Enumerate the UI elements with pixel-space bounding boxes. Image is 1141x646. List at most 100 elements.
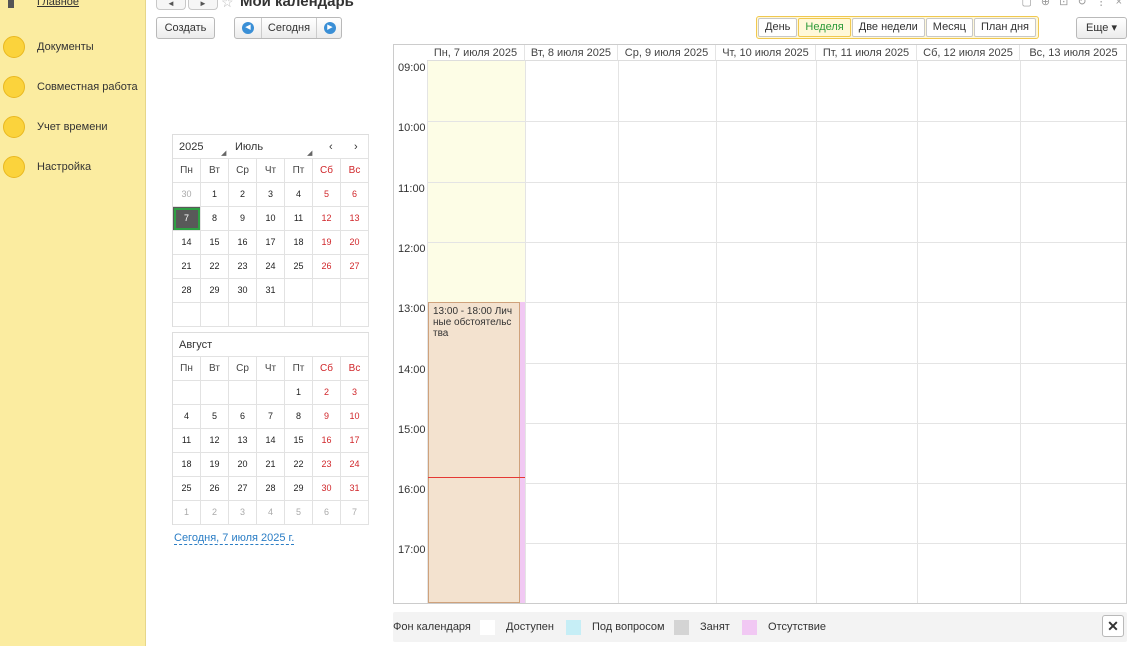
calendar-day[interactable]: 27 — [229, 477, 257, 501]
more-button[interactable]: Еще ▾ — [1076, 17, 1127, 39]
year-select[interactable]: 2025 — [179, 141, 203, 153]
calendar-day[interactable]: 9 — [313, 405, 341, 429]
next-period-button[interactable]: ▶ — [317, 20, 343, 36]
calendar-day[interactable]: 21 — [257, 453, 285, 477]
calendar-day[interactable]: 29 — [285, 477, 313, 501]
sidebar-item-documents[interactable]: Документы — [0, 33, 146, 63]
calendar-day[interactable]: 16 — [313, 429, 341, 453]
calendar-day[interactable]: 11 — [285, 207, 313, 231]
calendar-day[interactable]: 21 — [173, 255, 201, 279]
calendar-day[interactable]: 1 — [173, 501, 201, 525]
calendar-day[interactable]: 10 — [341, 405, 369, 429]
calendar-day[interactable]: 5 — [285, 501, 313, 525]
calendar-day[interactable]: 2 — [201, 501, 229, 525]
calendar-day[interactable]: 6 — [341, 183, 369, 207]
calendar-day[interactable]: 7 — [257, 405, 285, 429]
sidebar-item-time-tracking[interactable]: Учет времени — [0, 113, 146, 143]
calendar-day[interactable]: 12 — [201, 429, 229, 453]
day-column-header[interactable]: Чт, 10 июля 2025 — [716, 45, 816, 61]
view-two-weeks-button[interactable]: Две недели — [851, 18, 925, 37]
calendar-day[interactable]: 5 — [201, 405, 229, 429]
calendar-day[interactable]: 13 — [229, 429, 257, 453]
calendar-day[interactable]: 3 — [257, 183, 285, 207]
today-link[interactable]: Сегодня, 7 июля 2025 г. — [174, 532, 295, 545]
month-dropdown-icon[interactable]: ◢ — [307, 149, 312, 157]
calendar-day[interactable]: 3 — [229, 501, 257, 525]
calendar-day[interactable]: 4 — [173, 405, 201, 429]
sidebar-item-collaboration[interactable]: Совместная работа — [0, 73, 146, 103]
calendar-day[interactable]: 7 — [341, 501, 369, 525]
calendar-day[interactable]: 28 — [257, 477, 285, 501]
view-month-button[interactable]: Месяц — [925, 18, 973, 37]
calendar-day[interactable]: 8 — [201, 207, 229, 231]
calendar-day[interactable]: 26 — [313, 255, 341, 279]
calendar-day[interactable]: 20 — [341, 231, 369, 255]
window-tools-icon[interactable]: ▢⊕⊡↻⋮× — [1022, 0, 1131, 8]
view-day-button[interactable]: День — [758, 18, 798, 37]
calendar-day[interactable]: 20 — [229, 453, 257, 477]
calendar-day[interactable]: 15 — [285, 429, 313, 453]
calendar-day[interactable]: 30 — [313, 477, 341, 501]
calendar-day[interactable]: 14 — [257, 429, 285, 453]
calendar-day[interactable]: 17 — [257, 231, 285, 255]
day-column-header[interactable]: Вт, 8 июля 2025 — [525, 45, 618, 61]
calendar-day[interactable]: 16 — [229, 231, 257, 255]
calendar-day[interactable]: 19 — [201, 453, 229, 477]
calendar-day[interactable]: 1 — [285, 381, 313, 405]
day-column-header[interactable]: Пн, 7 июля 2025 — [427, 45, 525, 61]
sidebar-item-settings[interactable]: Настройка — [0, 153, 146, 183]
calendar-day[interactable]: 1 — [201, 183, 229, 207]
day-column-header[interactable]: Вс, 13 июля 2025 — [1020, 45, 1126, 61]
day-column-header[interactable]: Сб, 12 июля 2025 — [917, 45, 1020, 61]
star-icon[interactable]: ☆ — [221, 0, 234, 11]
calendar-day[interactable]: 31 — [257, 279, 285, 303]
today-button[interactable]: Сегодня — [261, 18, 317, 38]
calendar-day[interactable]: 17 — [341, 429, 369, 453]
prev-month-button[interactable]: ‹ — [329, 141, 333, 153]
calendar-day[interactable]: 25 — [173, 477, 201, 501]
calendar-day[interactable]: 6 — [313, 501, 341, 525]
forward-button[interactable]: ► — [188, 0, 218, 10]
calendar-day[interactable]: 18 — [285, 231, 313, 255]
prev-period-button[interactable]: ◀ — [235, 20, 261, 36]
calendar-day[interactable]: 19 — [313, 231, 341, 255]
view-day-plan-button[interactable]: План дня — [973, 18, 1036, 37]
calendar-day[interactable]: 11 — [173, 429, 201, 453]
calendar-day[interactable]: 30 — [173, 183, 201, 207]
calendar-day[interactable]: 23 — [313, 453, 341, 477]
view-week-button[interactable]: Неделя — [798, 18, 851, 37]
calendar-day[interactable]: 24 — [257, 255, 285, 279]
day-column-header[interactable]: Ср, 9 июля 2025 — [618, 45, 716, 61]
close-legend-button[interactable]: ✕ — [1102, 615, 1124, 637]
calendar-day[interactable]: 2 — [229, 183, 257, 207]
calendar-day[interactable]: 31 — [341, 477, 369, 501]
sidebar-item-main[interactable]: Главное — [37, 0, 79, 8]
year-dropdown-icon[interactable]: ◢ — [221, 149, 226, 157]
calendar-day[interactable]: 9 — [229, 207, 257, 231]
calendar-day[interactable]: 12 — [313, 207, 341, 231]
calendar-day[interactable]: 6 — [229, 405, 257, 429]
calendar-day[interactable]: 4 — [257, 501, 285, 525]
next-month-button[interactable]: › — [354, 141, 358, 153]
calendar-day[interactable]: 15 — [201, 231, 229, 255]
day-column-header[interactable]: Пт, 11 июля 2025 — [816, 45, 917, 61]
calendar-day[interactable]: 3 — [341, 381, 369, 405]
calendar-day[interactable]: 2 — [313, 381, 341, 405]
calendar-day[interactable]: 8 — [285, 405, 313, 429]
calendar-day[interactable]: 26 — [201, 477, 229, 501]
calendar-day[interactable]: 13 — [341, 207, 369, 231]
calendar-day[interactable]: 22 — [201, 255, 229, 279]
calendar-day[interactable]: 14 — [173, 231, 201, 255]
calendar-day[interactable]: 10 — [257, 207, 285, 231]
month-select[interactable]: Июль — [235, 141, 263, 153]
calendar-day[interactable]: 7 — [173, 207, 201, 231]
calendar-day[interactable]: 18 — [173, 453, 201, 477]
calendar-day[interactable]: 29 — [201, 279, 229, 303]
calendar-day[interactable]: 30 — [229, 279, 257, 303]
calendar-day[interactable]: 25 — [285, 255, 313, 279]
calendar-day[interactable]: 28 — [173, 279, 201, 303]
calendar-day[interactable]: 24 — [341, 453, 369, 477]
calendar-day[interactable]: 5 — [313, 183, 341, 207]
calendar-day[interactable]: 4 — [285, 183, 313, 207]
calendar-day[interactable]: 22 — [285, 453, 313, 477]
